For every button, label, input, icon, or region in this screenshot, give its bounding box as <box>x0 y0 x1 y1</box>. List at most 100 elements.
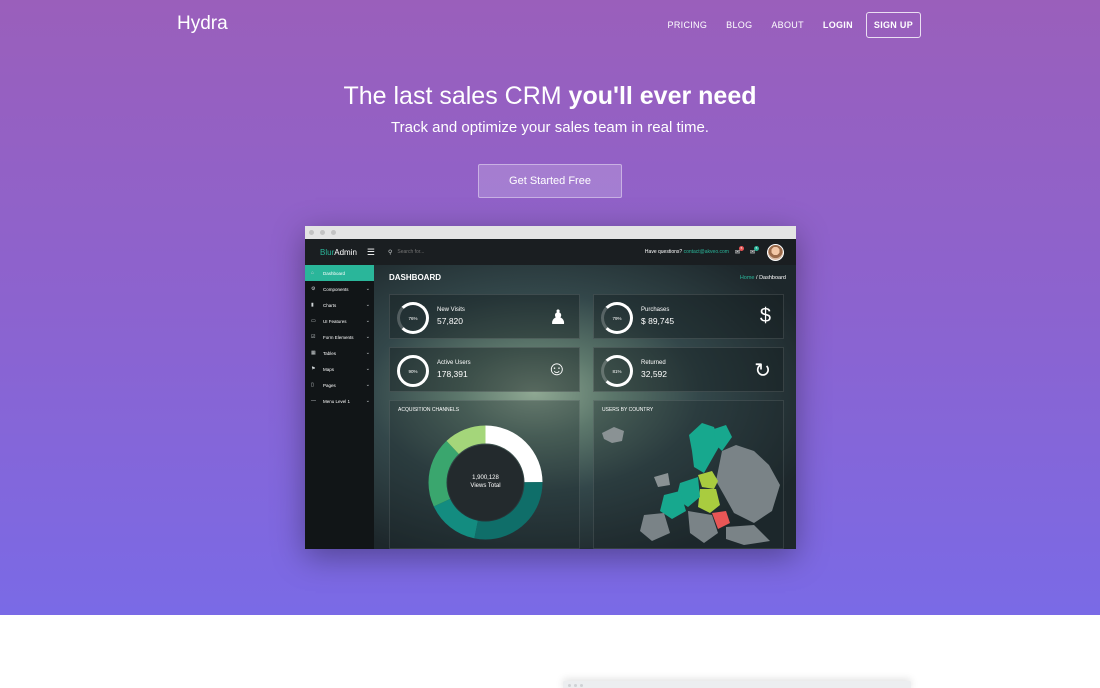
mail-badge: 5 <box>754 245 759 251</box>
sidebar-item-form-elements: ☑ Form Elements ⌄ <box>305 329 374 345</box>
chevron-down-icon: ⌄ <box>365 350 370 356</box>
map-region <box>698 489 720 513</box>
map-region <box>726 525 770 545</box>
stat-value: 57,820 <box>437 316 463 326</box>
page-icon: ▯ <box>311 382 314 388</box>
chevron-down-icon: ⌄ <box>365 382 370 388</box>
stat-card-new-visits: 76% New Visits 57,820 ♟ <box>389 294 580 339</box>
user-icon: ♟ <box>549 307 567 329</box>
map-region <box>654 473 670 487</box>
contact-email: contact@akveo.com <box>683 249 729 255</box>
stat-value: 32,592 <box>641 369 667 379</box>
map-region <box>640 513 670 541</box>
users-by-country-panel: USERS BY COUNTRY <box>593 400 784 549</box>
menu-icon: — <box>311 398 316 404</box>
sidebar-item-label: Pages <box>323 382 336 388</box>
dashboard-content: DASHBOARD Home / Dashboard 76% New Visit… <box>374 265 796 549</box>
sidebar-item-label: Menu Level 1 <box>323 398 351 404</box>
window-dot <box>331 230 336 235</box>
window-dot <box>309 230 314 235</box>
stat-card-returned: 81% Returned 32,592 ↻ <box>593 347 784 392</box>
hero-subheadline: Track and optimize your sales team in re… <box>391 119 709 136</box>
sidebar-item-components: ⚙ Components ⌄ <box>305 281 374 297</box>
sidebar-item-label: UI Features <box>323 318 347 324</box>
nav-pricing[interactable]: PRICING <box>668 20 708 30</box>
form-icon: ☑ <box>311 334 316 340</box>
stat-value: $ 89,745 <box>641 316 675 326</box>
table-icon: ▦ <box>311 350 316 356</box>
window-dot <box>580 684 583 687</box>
signup-button[interactable]: SIGN UP <box>865 12 921 38</box>
stat-card-purchases: 79% Purchases $ 89,745 $ <box>593 294 784 339</box>
dashboard-title: DASHBOARD <box>389 273 441 282</box>
panel-title: USERS BY COUNTRY <box>602 407 654 413</box>
sidebar-item-label: Maps <box>323 366 335 372</box>
logo-part-1: Blur <box>320 247 335 257</box>
top-nav: PRICING BLOG ABOUT LOGIN SIGN UP <box>649 12 921 38</box>
progress-ring: 81% <box>601 355 633 387</box>
nav-about[interactable]: ABOUT <box>771 20 804 30</box>
sidebar-item-dashboard: ⌂ Dashboard <box>305 265 374 281</box>
dollar-icon: $ <box>759 305 771 327</box>
chevron-down-icon: ⌄ <box>365 286 370 292</box>
breadcrumb-current: Dashboard <box>759 275 786 281</box>
acquisition-channels-panel: ACQUISITION CHANNELS 1,900,128 Views Tot… <box>389 400 580 549</box>
progress-ring: 79% <box>601 302 633 334</box>
help-text: Have questions? contact@akveo.com <box>645 249 729 255</box>
window-dot <box>568 684 571 687</box>
stat-label: Returned <box>641 360 666 366</box>
hero-headline: The last sales CRM you'll ever need <box>0 82 1100 111</box>
bluradmin-logo: BlurAdmin <box>320 248 357 257</box>
progress-ring: 90% <box>397 355 429 387</box>
mail-icon: ✉ 5 <box>749 245 759 256</box>
stat-label: New Visits <box>437 307 465 313</box>
browser-chrome <box>305 226 796 239</box>
brand-logo[interactable]: Hydra <box>177 13 228 35</box>
chevron-down-icon: ⌄ <box>365 366 370 372</box>
admin-topbar: BlurAdmin ☰ ⚲ Have questions? contact@ak… <box>305 239 796 265</box>
avatar <box>767 243 784 261</box>
sidebar-item-label: Dashboard <box>323 270 346 276</box>
secondary-screenshot-preview <box>563 681 911 688</box>
nav-login[interactable]: LOGIN <box>823 20 853 30</box>
headline-light: The last sales CRM <box>343 82 562 110</box>
map-region <box>698 471 718 489</box>
europe-map <box>602 423 780 545</box>
map-region <box>602 427 624 443</box>
stat-label: Purchases <box>641 307 670 313</box>
map-icon: ⚑ <box>311 366 316 372</box>
sidebar-item-pages: ▯ Pages ⌄ <box>305 377 374 393</box>
sidebar-item-ui-features: ▭ UI Features ⌄ <box>305 313 374 329</box>
nav-blog[interactable]: BLOG <box>726 20 752 30</box>
search-input <box>397 249 458 255</box>
question-label: Have questions? <box>644 249 683 255</box>
hamburger-icon: ☰ <box>366 246 375 257</box>
bar-chart-icon: ▮ <box>311 302 314 308</box>
stat-value: 178,391 <box>437 369 468 379</box>
donut-label: Views Total <box>470 483 501 489</box>
search-icon: ⚲ <box>388 249 393 256</box>
breadcrumb: Home / Dashboard <box>739 275 786 281</box>
chevron-down-icon: ⌄ <box>365 398 370 404</box>
chevron-down-icon: ⌄ <box>365 334 370 340</box>
admin-sidebar: ⌂ Dashboard ⚙ Components ⌄ ▮ Charts ⌄ ▭ … <box>305 265 374 549</box>
get-started-button[interactable]: Get Started Free <box>478 164 622 198</box>
sidebar-item-label: Components <box>323 286 349 292</box>
sidebar-item-label: Tables <box>323 350 337 356</box>
sidebar-item-label: Charts <box>323 302 337 308</box>
dashboard-screenshot: BlurAdmin ☰ ⚲ Have questions? contact@ak… <box>305 226 796 549</box>
stat-card-active-users: 90% Active Users 178,391 ☺ <box>389 347 580 392</box>
bell-badge: 5 <box>738 245 744 251</box>
window-dot <box>320 230 325 235</box>
stat-label: Active Users <box>437 360 471 366</box>
breadcrumb-home: Home <box>739 275 755 281</box>
donut-total: 1,900,128 <box>472 475 499 481</box>
logo-part-2: Admin <box>334 247 357 257</box>
smile-icon: ☺ <box>546 358 567 380</box>
sidebar-item-maps: ⚑ Maps ⌄ <box>305 361 374 377</box>
bell-icon: ✉ 5 <box>734 245 744 256</box>
home-icon: ⌂ <box>311 270 315 276</box>
headline-bold: you'll ever need <box>568 82 757 110</box>
sidebar-item-label: Form Elements <box>323 334 354 340</box>
progress-ring: 76% <box>397 302 429 334</box>
